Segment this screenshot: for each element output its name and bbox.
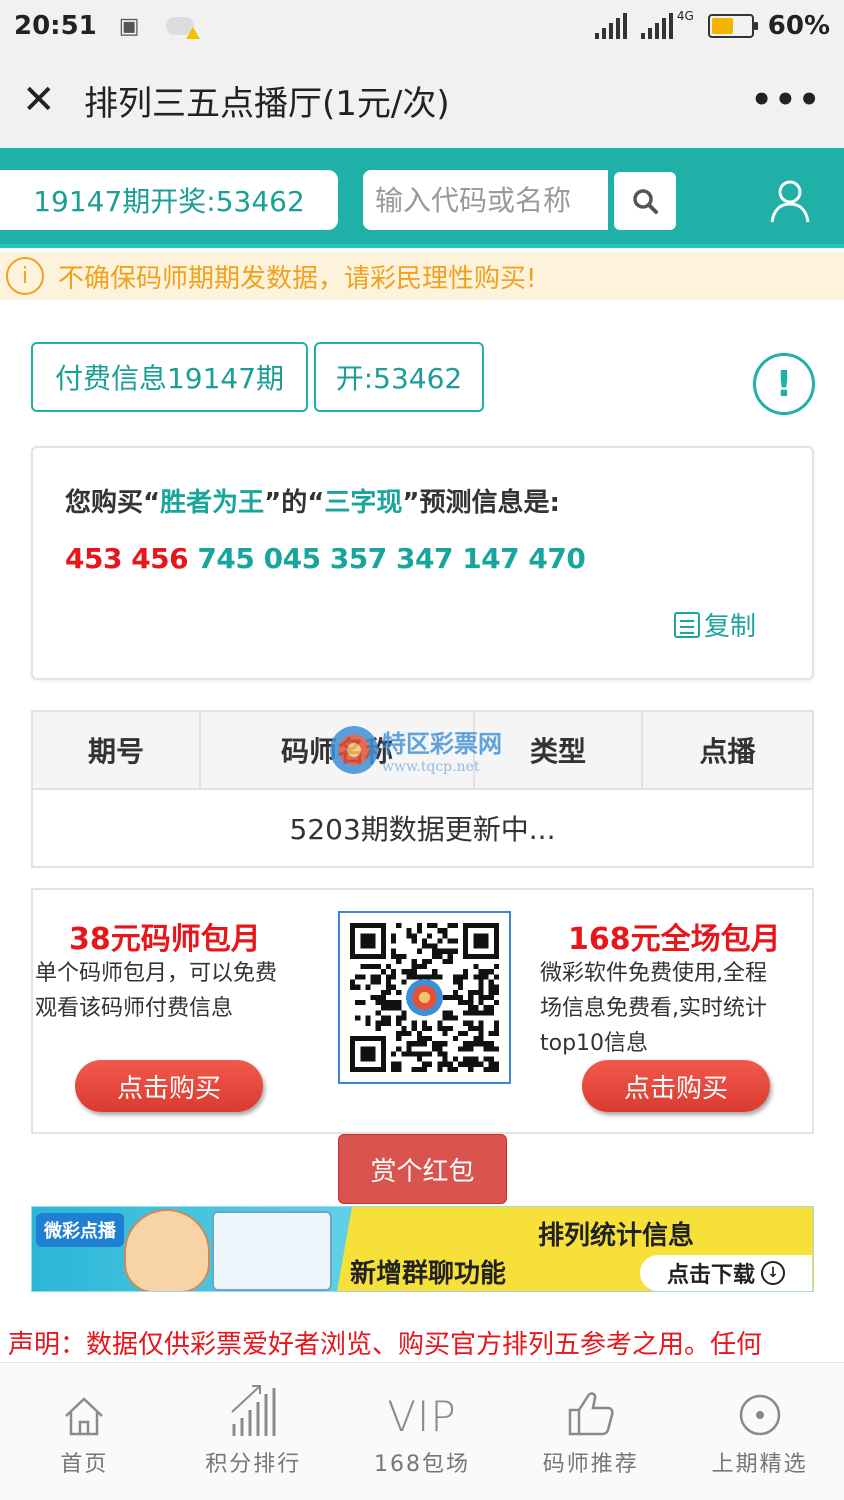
home-icon	[65, 1397, 104, 1436]
nav-home[interactable]: 首页	[0, 1363, 169, 1500]
full-access-desc-3: top10信息	[540, 1031, 649, 1056]
column-header: 类型	[475, 712, 643, 788]
monthly-master-desc-2: 观看该码师付费信息	[35, 996, 234, 1021]
mascot-image	[124, 1209, 210, 1291]
column-header: 期号	[33, 712, 201, 788]
battery-percent: 60%	[767, 11, 830, 41]
cloud-warning-icon	[165, 17, 200, 39]
nav-last-picks[interactable]: 上期精选	[675, 1363, 844, 1500]
signal-icon	[640, 13, 673, 39]
full-access-desc-1: 微彩软件免费使用,全程	[540, 961, 767, 986]
more-dots-icon[interactable]: •••	[751, 80, 822, 120]
gallery-icon: ▣	[118, 13, 140, 39]
full-access-desc-2: 场信息免费看,实时统计	[540, 996, 767, 1021]
prediction-type: 三字现	[324, 488, 403, 518]
app-download-banner[interactable]: 微彩点播 排列统计信息 新增群聊功能 点击下载 ↓	[31, 1206, 814, 1292]
search-input[interactable]	[363, 170, 608, 230]
nav-vip[interactable]: VIP 168包场	[338, 1363, 507, 1500]
ranking-bars-icon	[231, 1385, 276, 1436]
download-label: 点击下载	[666, 1263, 755, 1288]
copy-icon	[673, 611, 700, 638]
paid-info-tag[interactable]: 付费信息19147期	[31, 342, 308, 412]
vip-icon: VIP	[387, 1392, 457, 1441]
copy-label: 复制	[703, 612, 756, 642]
status-bar: 20:51 ▣ 4G 60%	[0, 0, 844, 52]
records-table: 期号 码师名称 类型 点播 5203期数据更新中...	[31, 710, 814, 868]
bottom-nav: 首页 积分排行 VIP 168包场 码师推荐 上期精选	[0, 1362, 844, 1500]
nav-label: 168包场	[373, 1452, 470, 1477]
prediction-numbers: 453 456 745 045 357 347 147 470	[65, 542, 586, 575]
close-icon[interactable]: ✕	[22, 80, 66, 120]
nav-recommend[interactable]: 码师推荐	[506, 1363, 675, 1500]
master-name: 胜者为王	[160, 488, 265, 518]
nav-ranking[interactable]: 积分排行	[169, 1363, 338, 1500]
info-icon: i	[6, 257, 44, 295]
qr-code-icon	[350, 923, 499, 1072]
target-circle-icon	[739, 1394, 780, 1436]
copy-button[interactable]: 复制	[673, 606, 756, 643]
banner-line-2: 新增群聊功能	[350, 1259, 507, 1289]
banner-brand: 微彩点播	[36, 1213, 124, 1247]
buy-full-access-button[interactable]: 点击购买	[582, 1060, 770, 1112]
warning-text: 不确保码师期期发数据，请彩民理性购买!	[58, 263, 537, 294]
user-icon[interactable]	[766, 176, 814, 224]
search-icon	[633, 189, 658, 214]
nav-label: 上期精选	[711, 1452, 808, 1477]
numbers-regular: 745 045 357 347 147 470	[197, 542, 586, 575]
column-header: 码师名称	[201, 712, 475, 788]
column-header: 点播	[699, 735, 756, 768]
draw-result-pill[interactable]: 19147期开奖:53462	[0, 170, 338, 230]
numbers-highlighted: 453 456	[65, 542, 189, 575]
table-header: 期号 码师名称 类型 点播	[33, 712, 812, 790]
qr-code	[338, 911, 511, 1084]
prediction-heading: 您购买“胜者为王”的“三字现”预测信息是:	[65, 488, 560, 518]
status-time: 20:51	[14, 11, 97, 41]
download-arrow-icon: ↓	[761, 1261, 785, 1285]
table-empty-row: 5203期数据更新中...	[289, 813, 556, 846]
monthly-master-title: 38元码师包月	[69, 922, 261, 957]
buy-master-button[interactable]: 点击购买	[75, 1060, 263, 1112]
header-bar: 19147期开奖:53462	[0, 148, 844, 248]
nav-label: 首页	[60, 1452, 109, 1477]
full-access-title: 168元全场包月	[568, 922, 781, 957]
banner-line-1: 排列统计信息	[538, 1221, 695, 1251]
open-result-tag[interactable]: 开:53462	[314, 342, 484, 412]
disclaimer-notice: 声明：数据仅供彩票爱好者浏览、购买官方排列五参考之用。任何	[8, 1330, 763, 1360]
phone-screenshot-image	[212, 1211, 332, 1291]
page-title: 排列三五点播厅(1元/次)	[84, 83, 450, 124]
prediction-box: 您购买“胜者为王”的“三字现”预测信息是: 453 456 745 045 35…	[31, 446, 814, 680]
title-bar: ✕ 排列三五点播厅(1元/次) •••	[0, 52, 844, 148]
tip-red-packet-button[interactable]: 赏个红包	[338, 1134, 507, 1204]
nav-label: 码师推荐	[542, 1452, 639, 1477]
search-button[interactable]	[614, 172, 676, 230]
thumbs-up-icon	[568, 1392, 614, 1436]
nav-label: 积分排行	[205, 1452, 302, 1477]
download-button[interactable]: 点击下载 ↓	[640, 1255, 812, 1291]
battery-icon	[707, 14, 758, 38]
warning-banner: i 不确保码师期期发数据，请彩民理性购买!	[0, 252, 844, 300]
alert-icon[interactable]: !	[753, 353, 815, 415]
network-type: 4G	[676, 9, 694, 23]
subscription-promo: 38元码师包月 单个码师包月，可以免费 观看该码师付费信息 点击购买 168元全…	[31, 888, 814, 1134]
signal-icon	[594, 13, 627, 39]
monthly-master-desc-1: 单个码师包月，可以免费	[35, 961, 278, 986]
